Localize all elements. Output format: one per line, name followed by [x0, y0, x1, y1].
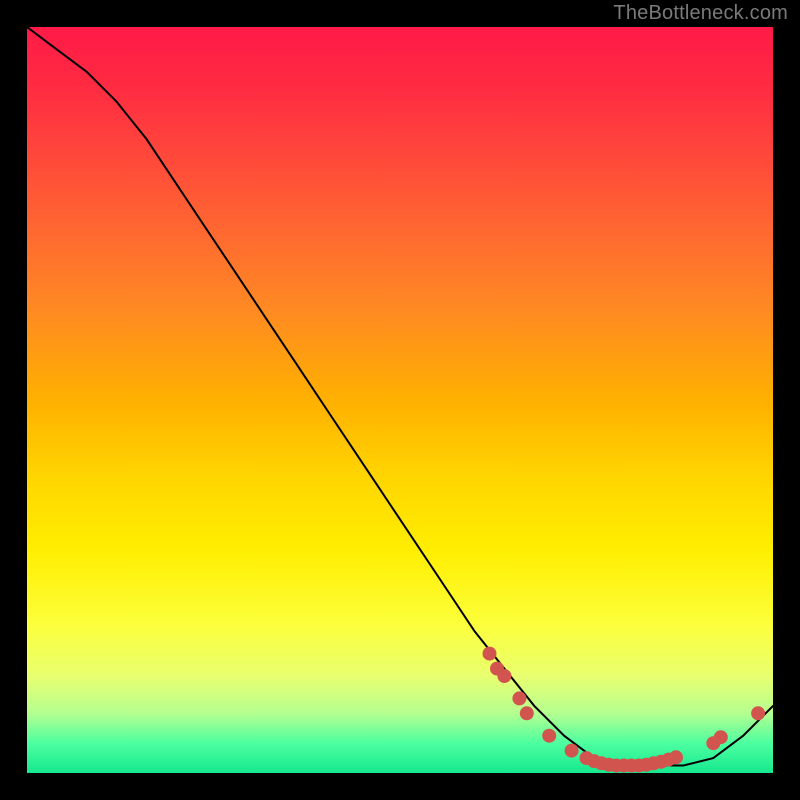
chart-marker: [751, 706, 765, 720]
chart-marker: [669, 750, 683, 764]
chart-marker: [483, 647, 497, 661]
chart-frame: TheBottleneck.com: [0, 0, 800, 800]
chart-marker: [497, 669, 511, 683]
chart-marker: [565, 744, 579, 758]
chart-svg: [27, 27, 773, 773]
chart-marker: [542, 729, 556, 743]
chart-markers: [483, 647, 766, 773]
chart-marker: [714, 730, 728, 744]
bottleneck-curve: [27, 27, 773, 766]
chart-plot-area: [27, 27, 773, 773]
watermark-text: TheBottleneck.com: [613, 2, 788, 25]
chart-marker: [520, 706, 534, 720]
chart-marker: [512, 691, 526, 705]
